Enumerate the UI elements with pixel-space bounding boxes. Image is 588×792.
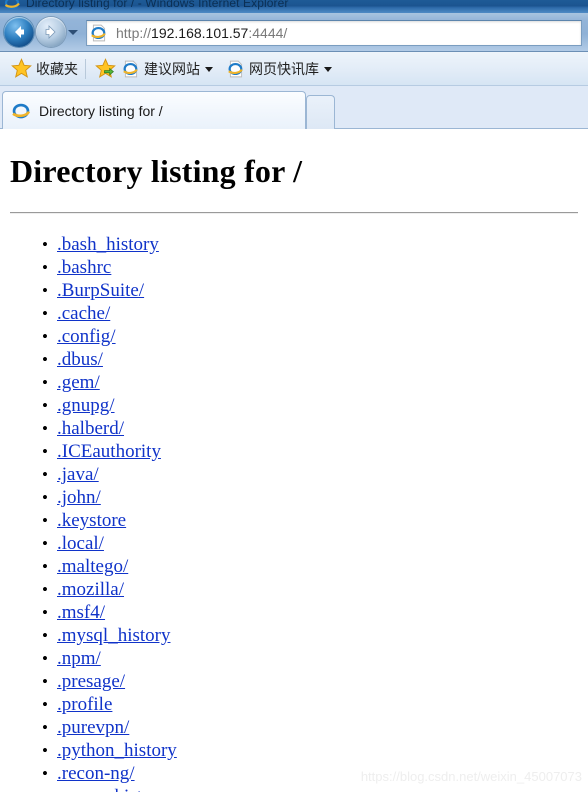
list-item: .config/ bbox=[42, 325, 177, 348]
forward-arrow-icon bbox=[45, 25, 56, 39]
list-item: .msf4/ bbox=[42, 601, 177, 624]
list-item: .mozilla/ bbox=[42, 578, 177, 601]
list-item: .john/ bbox=[42, 486, 177, 509]
list-item: .BurpSuite/ bbox=[42, 279, 177, 302]
internet-explorer-icon bbox=[4, 0, 20, 10]
directory-entry-link[interactable]: .mysql_history bbox=[57, 625, 170, 646]
directory-entry-link[interactable]: .java/ bbox=[57, 464, 99, 485]
page-divider bbox=[10, 212, 578, 214]
internet-explorer-icon bbox=[12, 103, 31, 118]
directory-entry-link[interactable]: .config/ bbox=[57, 326, 116, 347]
internet-explorer-icon bbox=[228, 60, 243, 77]
back-arrow-icon bbox=[15, 26, 24, 38]
directory-entry-link[interactable]: .dbus/ bbox=[57, 349, 103, 370]
directory-entry-link[interactable]: .bash_history bbox=[57, 234, 159, 255]
watermark: https://blog.csdn.net/weixin_45007073 bbox=[360, 769, 582, 784]
directory-listing: .bash_history.bashrc.BurpSuite/.cache/.c… bbox=[0, 233, 177, 792]
list-item: .java/ bbox=[42, 463, 177, 486]
directory-entry-link[interactable]: .python_history bbox=[57, 740, 177, 761]
address-bar-url: http://192.168.101.57:4444/ bbox=[116, 25, 287, 41]
favorites-item-label: 建议网站 bbox=[144, 60, 200, 77]
directory-entry-link[interactable]: .msf4/ bbox=[57, 602, 105, 623]
navigation-bar: http://192.168.101.57:4444/ bbox=[0, 13, 588, 52]
list-item: .halberd/ bbox=[42, 417, 177, 440]
favorites-bar-separator bbox=[85, 58, 86, 79]
add-to-favorites-bar-button[interactable] bbox=[92, 57, 119, 81]
back-button[interactable] bbox=[4, 17, 34, 47]
list-item: .purevpn/ bbox=[42, 716, 177, 739]
directory-entry-link[interactable]: .BurpSuite/ bbox=[57, 280, 144, 301]
tab-label: Directory listing for / bbox=[39, 102, 163, 119]
favorites-bar: 收藏夹 建议网站 网页快讯库 bbox=[0, 52, 588, 86]
favorites-item-web-slice-gallery[interactable]: 网页快讯库 bbox=[224, 57, 335, 81]
browser-window: Directory listing for / - Windows Intern… bbox=[0, 0, 588, 792]
list-item: .scapy_history bbox=[42, 785, 177, 792]
directory-entry-link[interactable]: .gem/ bbox=[57, 372, 100, 393]
favorites-item-label: 网页快讯库 bbox=[249, 60, 319, 77]
favorites-item-suggested-sites[interactable]: 建议网站 bbox=[119, 57, 216, 81]
directory-entry-link[interactable]: .npm/ bbox=[57, 648, 101, 669]
chevron-down-icon[interactable] bbox=[324, 67, 332, 72]
tab-strip: Directory listing for / bbox=[0, 86, 588, 129]
directory-entry-link[interactable]: .local/ bbox=[57, 533, 104, 554]
directory-entry-link[interactable]: .gnupg/ bbox=[57, 395, 115, 416]
tab-directory-listing[interactable]: Directory listing for / bbox=[2, 91, 306, 129]
list-item: .gem/ bbox=[42, 371, 177, 394]
list-item: .ICEauthority bbox=[42, 440, 177, 463]
list-item: .bashrc bbox=[42, 256, 177, 279]
page-content: Directory listing for / .bash_history.ba… bbox=[0, 129, 588, 792]
list-item: .presage/ bbox=[42, 670, 177, 693]
list-item: .maltego/ bbox=[42, 555, 177, 578]
address-bar[interactable]: http://192.168.101.57:4444/ bbox=[86, 20, 582, 46]
url-port-path: :4444/ bbox=[248, 25, 288, 41]
internet-explorer-icon bbox=[123, 60, 138, 77]
star-add-icon bbox=[95, 58, 116, 78]
directory-entry-link[interactable]: .maltego/ bbox=[57, 556, 128, 577]
window-title: Directory listing for / - Windows Intern… bbox=[26, 0, 289, 10]
title-bar: Directory listing for / - Windows Intern… bbox=[0, 0, 588, 13]
directory-entry-link[interactable]: .scapy_history bbox=[57, 786, 167, 792]
star-icon bbox=[11, 58, 32, 78]
list-item: .local/ bbox=[42, 532, 177, 555]
url-scheme: http:// bbox=[116, 25, 152, 41]
favorites-center-label: 收藏夹 bbox=[36, 60, 78, 77]
forward-button[interactable] bbox=[36, 17, 66, 47]
recent-pages-dropdown-icon[interactable] bbox=[68, 30, 78, 35]
list-item: .mysql_history bbox=[42, 624, 177, 647]
favorites-center-button[interactable]: 收藏夹 bbox=[8, 57, 81, 81]
directory-entry-link[interactable]: .mozilla/ bbox=[57, 579, 124, 600]
list-item: .recon-ng/ bbox=[42, 762, 177, 785]
url-host: 192.168.101.57 bbox=[151, 25, 249, 41]
directory-entry-link[interactable]: .presage/ bbox=[57, 671, 125, 692]
directory-entry-link[interactable]: .ICEauthority bbox=[57, 441, 161, 462]
chevron-down-icon[interactable] bbox=[205, 67, 213, 72]
list-item: .dbus/ bbox=[42, 348, 177, 371]
new-tab-button[interactable] bbox=[306, 95, 335, 129]
directory-entry-link[interactable]: .recon-ng/ bbox=[57, 763, 135, 784]
list-item: .cache/ bbox=[42, 302, 177, 325]
page-favicon-icon bbox=[91, 24, 106, 42]
directory-entry-link[interactable]: .bashrc bbox=[57, 257, 111, 278]
list-item: .npm/ bbox=[42, 647, 177, 670]
directory-entry-link[interactable]: .profile bbox=[57, 694, 112, 715]
directory-entry-link[interactable]: .keystore bbox=[57, 510, 126, 531]
list-item: .keystore bbox=[42, 509, 177, 532]
directory-entry-link[interactable]: .cache/ bbox=[57, 303, 110, 324]
directory-entry-link[interactable]: .john/ bbox=[57, 487, 101, 508]
page-title: Directory listing for / bbox=[10, 153, 303, 189]
list-item: .profile bbox=[42, 693, 177, 716]
list-item: .python_history bbox=[42, 739, 177, 762]
list-item: .gnupg/ bbox=[42, 394, 177, 417]
directory-entry-link[interactable]: .purevpn/ bbox=[57, 717, 129, 738]
directory-entry-link[interactable]: .halberd/ bbox=[57, 418, 124, 439]
list-item: .bash_history bbox=[42, 233, 177, 256]
